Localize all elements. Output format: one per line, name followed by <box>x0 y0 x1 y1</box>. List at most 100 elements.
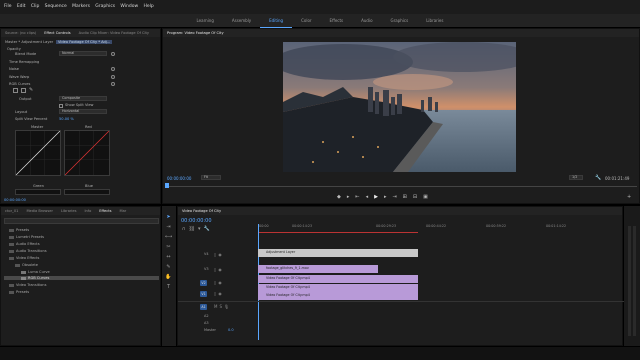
reset-icon[interactable] <box>111 75 115 79</box>
tab-timeline-sequence[interactable]: Video Footage Of City <box>178 209 225 213</box>
output-dropdown[interactable]: Composite <box>59 96 107 101</box>
effects-search-input[interactable] <box>4 218 159 224</box>
tab-info[interactable]: Info <box>80 209 95 213</box>
track-target-a1[interactable]: A1 <box>200 304 207 310</box>
blend-mode-dropdown[interactable]: Normal <box>59 51 107 56</box>
tree-item-lumetri-presets[interactable]: Lumetri Presets <box>9 235 44 239</box>
menu-graphics[interactable]: Graphics <box>95 0 115 14</box>
step-back-icon[interactable]: ◂ <box>366 194 375 200</box>
menu-help[interactable]: Help <box>143 0 153 14</box>
master-curve-graph[interactable] <box>15 130 61 176</box>
tab-markers[interactable]: Mar <box>116 209 131 213</box>
eye-icon[interactable]: ◉ <box>218 291 224 296</box>
linked-selection-icon[interactable]: ⛓ <box>189 226 198 232</box>
fit-dropdown[interactable]: Fit <box>201 175 221 180</box>
menu-window[interactable]: Window <box>120 0 138 14</box>
tab-libraries[interactable]: Libraries <box>57 209 81 213</box>
menu-clip[interactable]: Clip <box>31 0 40 14</box>
layout-dropdown[interactable]: Horizontal <box>59 109 107 114</box>
track-select-tool-icon[interactable]: ⇥ <box>165 224 172 231</box>
reset-icon[interactable] <box>111 82 115 86</box>
menu-edit[interactable]: Edit <box>17 0 26 14</box>
workspace-audio[interactable]: Audio <box>352 14 381 27</box>
master-volume-value[interactable]: 0.0 <box>228 328 234 332</box>
reset-icon[interactable] <box>111 52 115 56</box>
eye-icon[interactable]: ◉ <box>218 252 224 257</box>
wrench-icon[interactable]: 🔧 <box>595 175 601 181</box>
ellipse-mask-icon[interactable] <box>13 88 18 93</box>
eye-icon[interactable]: ◉ <box>218 280 224 285</box>
adjustment-layer-clip[interactable]: Adjustment Layer <box>258 249 418 257</box>
pen-icon[interactable]: ✎ <box>29 88 34 93</box>
rgb-curves-label[interactable]: RGB Curves <box>9 82 30 86</box>
city-clip-a1[interactable]: Video Footage Of City.mp4 <box>258 292 418 300</box>
tree-item-rgb-curves[interactable]: RGB Curves <box>4 276 159 280</box>
work-area-bar[interactable] <box>258 232 418 233</box>
tab-audio-clip-mixer[interactable]: Audio Clip Mixer: Video Footage Of City <box>75 31 153 35</box>
tree-item-audio-effects[interactable]: Audio Effects <box>9 242 40 246</box>
selection-tool-icon[interactable]: ➤ <box>165 214 172 221</box>
menu-markers[interactable]: Markers <box>72 0 90 14</box>
glitch-clip-v3[interactable]: footage_glitches_9_1.mov <box>258 265 378 273</box>
go-to-in-icon[interactable]: ⇤ <box>355 194 365 200</box>
pen-tool-icon[interactable]: ✎ <box>165 264 172 271</box>
export-frame-icon[interactable]: ▣ <box>423 194 434 200</box>
go-to-out-icon[interactable]: ⇥ <box>392 194 402 200</box>
workspace-effects[interactable]: Effects <box>321 14 353 27</box>
red-curve-graph[interactable] <box>64 130 110 176</box>
tab-media-browser[interactable]: Media Browser <box>22 209 57 213</box>
hand-tool-icon[interactable]: ✋ <box>165 274 172 281</box>
city-clip-v1[interactable]: Video Footage Of City.mp4 <box>258 284 418 292</box>
tree-item-presets-2[interactable]: Presets <box>9 290 29 294</box>
tab-effect-controls[interactable]: Effect Controls <box>40 31 74 35</box>
ripple-edit-tool-icon[interactable]: ⟷ <box>165 234 172 241</box>
green-curve-graph[interactable] <box>15 189 61 195</box>
workspace-graphics[interactable]: Graphics <box>382 14 418 27</box>
play-icon[interactable]: ▶ <box>374 194 384 200</box>
program-monitor-title[interactable]: Program: Video Footage Of City <box>163 31 228 35</box>
playhead[interactable] <box>165 183 169 188</box>
menu-file[interactable]: File <box>4 0 12 14</box>
tab-effects[interactable]: Effects <box>95 209 115 213</box>
blue-curve-graph[interactable] <box>64 189 110 195</box>
tree-item-luma-curve[interactable]: Luma Curve <box>21 270 50 274</box>
city-clip-v2[interactable]: Video Footage Of City.mp4 <box>258 275 418 283</box>
program-scrubber[interactable] <box>167 186 637 187</box>
split-view-percent-value[interactable]: 50.00 % <box>59 117 74 121</box>
tree-item-audio-transitions[interactable]: Audio Transitions <box>9 249 47 253</box>
wave-warp-label[interactable]: Wave Warp <box>9 75 29 79</box>
tab-project[interactable]: ctor_01 <box>1 209 22 213</box>
reset-icon[interactable] <box>111 67 115 71</box>
timeline-timecode[interactable]: 00:00:00:00 <box>181 218 212 224</box>
workspace-learning[interactable]: Learning <box>188 14 223 27</box>
show-split-view-checkbox[interactable] <box>59 104 63 108</box>
workspace-assembly[interactable]: Assembly <box>223 14 260 27</box>
menu-sequence[interactable]: Sequence <box>45 0 67 14</box>
snap-icon[interactable]: ∩ <box>182 226 189 232</box>
tree-item-video-transitions[interactable]: Video Transitions <box>9 283 46 287</box>
add-button-icon[interactable]: + <box>627 194 631 200</box>
opacity-label[interactable]: Opacity <box>7 47 21 51</box>
tree-item-presets[interactable]: Presets <box>9 228 29 232</box>
workspace-libraries[interactable]: Libraries <box>417 14 452 27</box>
time-remapping-label[interactable]: Time Remapping <box>9 60 39 64</box>
mic-icon[interactable]: 🎙 <box>224 304 231 309</box>
tree-item-video-effects[interactable]: Video Effects <box>9 256 39 260</box>
extract-icon[interactable]: ⊟ <box>413 194 423 200</box>
rectangle-mask-icon[interactable] <box>21 88 26 93</box>
time-ruler[interactable]: :00:00 00:00:14:23 00:00:29:23 00:00:44:… <box>258 224 622 231</box>
program-timecode[interactable]: 00:00:00:00 <box>167 176 191 181</box>
workspace-editing[interactable]: Editing <box>260 14 293 28</box>
tree-item-obsolete[interactable]: Obsolete <box>15 263 38 267</box>
lift-icon[interactable]: ⊞ <box>403 194 413 200</box>
workspace-color[interactable]: Color <box>292 14 320 27</box>
eye-icon[interactable]: ◉ <box>218 267 224 272</box>
track-target-v2[interactable]: V2 <box>200 280 207 286</box>
track-target-v1[interactable]: V1 <box>200 291 207 297</box>
noise-label[interactable]: Noise <box>9 67 19 71</box>
tab-source[interactable]: Source: (no clips) <box>1 31 40 35</box>
razor-tool-icon[interactable]: ✂ <box>165 244 172 251</box>
timeline-settings-icon[interactable]: 🔧 <box>204 226 213 232</box>
type-tool-icon[interactable]: T <box>165 284 172 291</box>
sequence-clip-label[interactable]: Video Footage Of City * Adj... <box>56 40 113 44</box>
